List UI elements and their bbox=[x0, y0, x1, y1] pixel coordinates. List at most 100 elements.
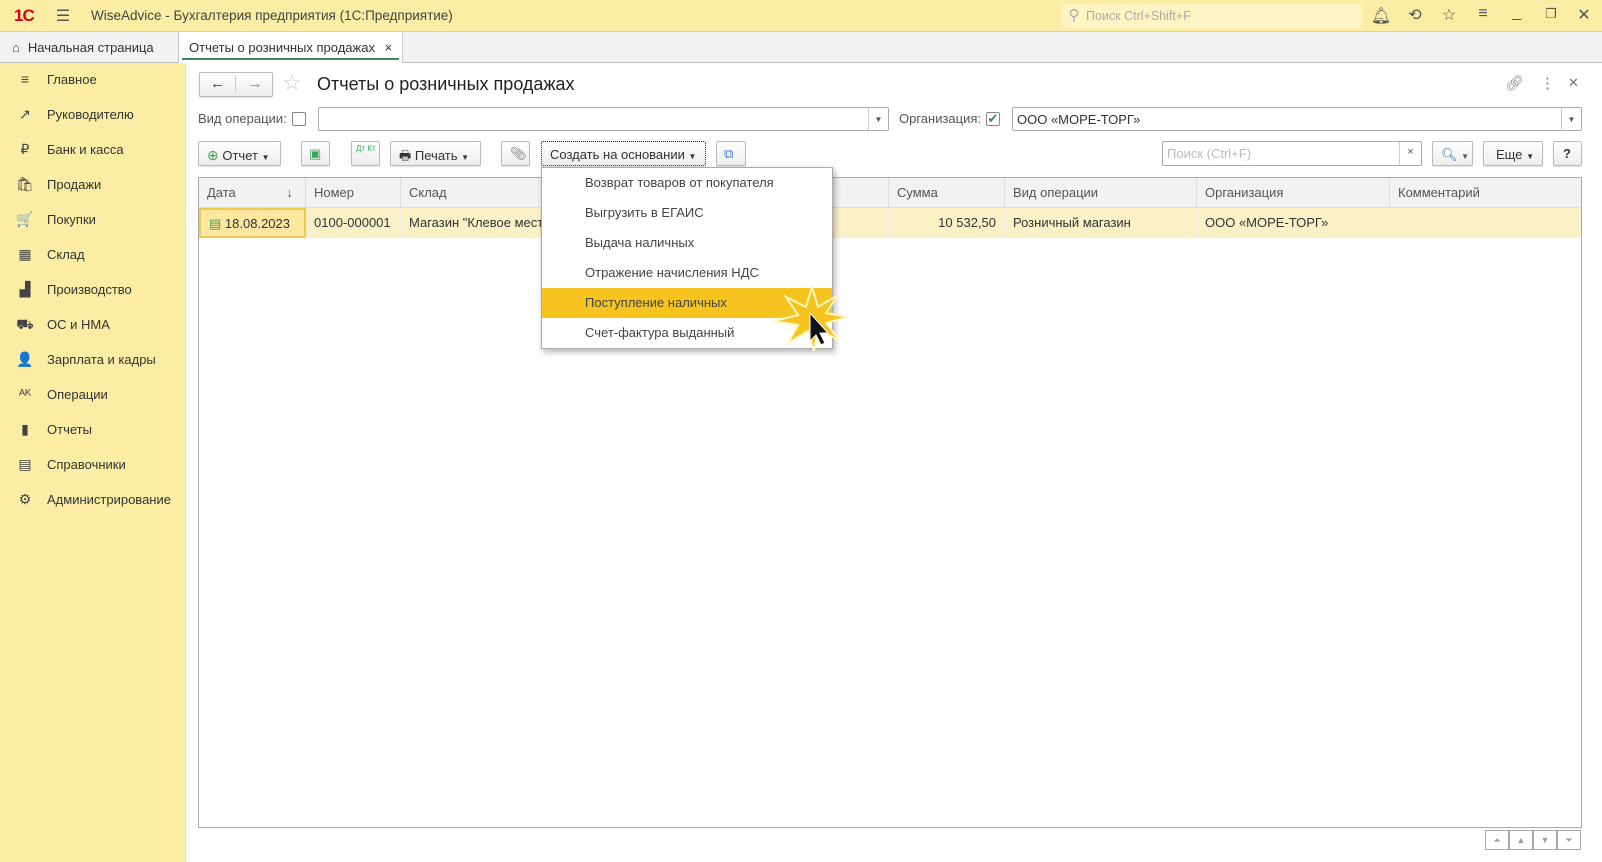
print-button[interactable]: 🖶 Печать ▼ bbox=[390, 141, 481, 166]
forward-button[interactable]: → bbox=[237, 75, 273, 92]
sidebar-item[interactable]: ᴬᴷ Операции bbox=[0, 381, 186, 411]
menu-item[interactable]: Выдача наличных bbox=[542, 228, 832, 258]
sidebar-item[interactable]: ≡ Главное bbox=[0, 66, 186, 96]
column-header-organization[interactable]: Организация bbox=[1197, 178, 1390, 208]
posted-document-icon: ▤ bbox=[209, 216, 222, 231]
restore-icon[interactable]: ❐ bbox=[1540, 6, 1562, 22]
sidebar-item[interactable]: ▮ Отчеты bbox=[0, 416, 186, 446]
sidebar-item[interactable]: ⛟ ОС и НМА bbox=[0, 311, 186, 341]
link-icon[interactable]: 🔗︎ bbox=[1505, 74, 1524, 92]
sidebar-item[interactable]: ▟ Производство bbox=[0, 276, 186, 306]
cell-text: ООО «МОРЕ-ТОРГ» bbox=[1205, 215, 1329, 230]
sidebar-item[interactable]: ▤ Справочники bbox=[0, 451, 186, 481]
help-button[interactable]: ? bbox=[1553, 141, 1582, 166]
copy-document-button[interactable]: ▣ bbox=[301, 141, 330, 166]
tab-close-icon[interactable]: × bbox=[385, 40, 393, 55]
create-based-on-label: Создать на основании bbox=[550, 147, 685, 162]
global-search-placeholder: Поиск Ctrl+Shift+F bbox=[1086, 9, 1191, 23]
prev-page-icon[interactable]: ▲ bbox=[1509, 830, 1533, 850]
page-title: Отчеты о розничных продажах bbox=[317, 74, 575, 94]
sidebar-item-label: Операции bbox=[47, 387, 108, 402]
org-filter-checkbox[interactable]: ✔ bbox=[986, 112, 1000, 126]
column-label: Комментарий bbox=[1398, 185, 1480, 200]
sidebar-item-label: Банк и касса bbox=[47, 142, 124, 157]
search-icon: ⚲ bbox=[1068, 7, 1080, 24]
history-icon[interactable]: ⟲ bbox=[1404, 5, 1426, 25]
dtkt-button[interactable]: Дт Кт bbox=[351, 141, 380, 166]
operation-filter-field[interactable]: ▼ bbox=[318, 107, 889, 131]
column-header-operation[interactable]: Вид операции bbox=[1005, 178, 1197, 208]
menu-item[interactable]: Выгрузить в ЕГАИС bbox=[542, 198, 832, 228]
cell-number[interactable]: 0100-000001 bbox=[306, 208, 401, 238]
sidebar-item[interactable]: 🛒 Покупки bbox=[0, 206, 186, 236]
tab-retail-reports[interactable]: Отчеты о розничных продажах × bbox=[178, 32, 404, 63]
cell-sum[interactable]: 10 532,50 bbox=[889, 208, 1005, 238]
sidebar-item[interactable]: 👤 Зарплата и кадры bbox=[0, 346, 186, 376]
operation-filter-checkbox[interactable] bbox=[292, 112, 306, 126]
menu-icon[interactable]: ☰ bbox=[52, 6, 74, 26]
favorite-star-icon[interactable]: ☆ bbox=[282, 70, 302, 96]
cell-comment[interactable] bbox=[1390, 208, 1581, 238]
cell-text: 0100-000001 bbox=[314, 215, 391, 230]
search-options-button[interactable]: 🔍︎ ▼ bbox=[1432, 141, 1473, 166]
structure-button[interactable]: ⧉ bbox=[716, 141, 746, 166]
sidebar-item[interactable]: ⚙ Администрирование bbox=[0, 486, 186, 516]
sidebar-item-label: Администрирование bbox=[47, 492, 171, 507]
menu-item[interactable]: Возврат товаров от покупателя bbox=[542, 168, 832, 198]
column-header-number[interactable]: Номер bbox=[306, 178, 401, 208]
back-button[interactable]: ← bbox=[200, 75, 236, 92]
sidebar-item-label: Производство bbox=[47, 282, 132, 297]
sidebar-item-label: Главное bbox=[47, 72, 97, 87]
sidebar-item-label: Склад bbox=[47, 247, 85, 262]
last-page-icon[interactable]: ⏷ bbox=[1557, 830, 1581, 850]
sidebar-item[interactable]: ₽ Банк и касса bbox=[0, 136, 186, 166]
column-header-date[interactable]: Дата ↓ bbox=[199, 178, 306, 208]
sidebar-item-label: Руководителю bbox=[47, 107, 134, 122]
star-icon[interactable]: ☆ bbox=[1438, 5, 1460, 25]
help-label: ? bbox=[1563, 146, 1571, 161]
org-filter-field[interactable]: ООО «МОРЕ-ТОРГ» ▼ bbox=[1012, 107, 1582, 131]
create-based-on-button[interactable]: Создать на основании ▼ bbox=[541, 141, 706, 166]
more-vert-icon[interactable]: ⋮ bbox=[1540, 74, 1555, 92]
column-label: Склад bbox=[409, 185, 447, 200]
document-add-icon: ▣ bbox=[309, 146, 322, 161]
more-button[interactable]: Еще ▼ bbox=[1483, 141, 1543, 166]
sidebar-item-label: Продажи bbox=[47, 177, 102, 192]
sidebar-item-label: Справочники bbox=[47, 457, 126, 472]
cell-date[interactable]: ▤ 18.08.2023 bbox=[199, 208, 306, 238]
cell-organization[interactable]: ООО «МОРЕ-ТОРГ» bbox=[1197, 208, 1390, 238]
bell-icon[interactable]: 🔔︎ bbox=[1370, 6, 1392, 26]
close-window-icon[interactable]: ✕ bbox=[1573, 5, 1595, 25]
column-label: Организация bbox=[1205, 185, 1284, 200]
attach-button[interactable]: 📎︎ bbox=[501, 141, 530, 166]
column-header-sum[interactable]: Сумма bbox=[889, 178, 1005, 208]
report-button[interactable]: ⊕ Отчет ▼ bbox=[198, 141, 281, 166]
column-header-comment[interactable]: Комментарий bbox=[1390, 178, 1581, 208]
sidebar-icon: 🛒 bbox=[16, 211, 34, 227]
print-button-label: Печать bbox=[414, 148, 458, 163]
sidebar-item[interactable]: ↗ Руководителю bbox=[0, 101, 186, 131]
close-form-icon[interactable]: ✕ bbox=[1568, 75, 1579, 91]
list-search-input[interactable]: Поиск (Ctrl+F) × bbox=[1162, 141, 1422, 166]
first-page-icon[interactable]: ⏶ bbox=[1485, 830, 1509, 850]
sidebar-item[interactable]: ▦ Склад bbox=[0, 241, 186, 271]
global-search-input[interactable]: ⚲ Поиск Ctrl+Shift+F bbox=[1062, 4, 1362, 28]
settings-menu-icon[interactable]: ≡ bbox=[1472, 5, 1494, 23]
sidebar-item[interactable]: 🛍 Продажи bbox=[0, 171, 186, 201]
cell-text: 18.08.2023 bbox=[224, 216, 290, 231]
clear-search-icon[interactable]: × bbox=[1399, 142, 1421, 165]
next-page-icon[interactable]: ▼ bbox=[1533, 830, 1557, 850]
dropdown-arrow-icon[interactable]: ▼ bbox=[868, 108, 888, 130]
minimize-icon[interactable]: _ bbox=[1506, 4, 1528, 22]
paperclip-icon: 📎︎ bbox=[510, 146, 527, 161]
dropdown-arrow-icon[interactable]: ▼ bbox=[1561, 108, 1581, 130]
sidebar-icon: 🛍 bbox=[16, 176, 34, 192]
cell-text: Розничный магазин bbox=[1013, 215, 1131, 230]
menu-item[interactable]: Отражение начисления НДС bbox=[542, 258, 832, 288]
tab-home[interactable]: ⌂ Начальная страница bbox=[0, 32, 164, 63]
cell-operation[interactable]: Розничный магазин bbox=[1005, 208, 1197, 238]
sort-desc-icon: ↓ bbox=[286, 185, 294, 200]
cursor-highlight-burst-icon bbox=[773, 285, 849, 352]
sidebar-icon: ⛟ bbox=[16, 316, 34, 332]
sidebar-item-label: Зарплата и кадры bbox=[47, 352, 156, 367]
